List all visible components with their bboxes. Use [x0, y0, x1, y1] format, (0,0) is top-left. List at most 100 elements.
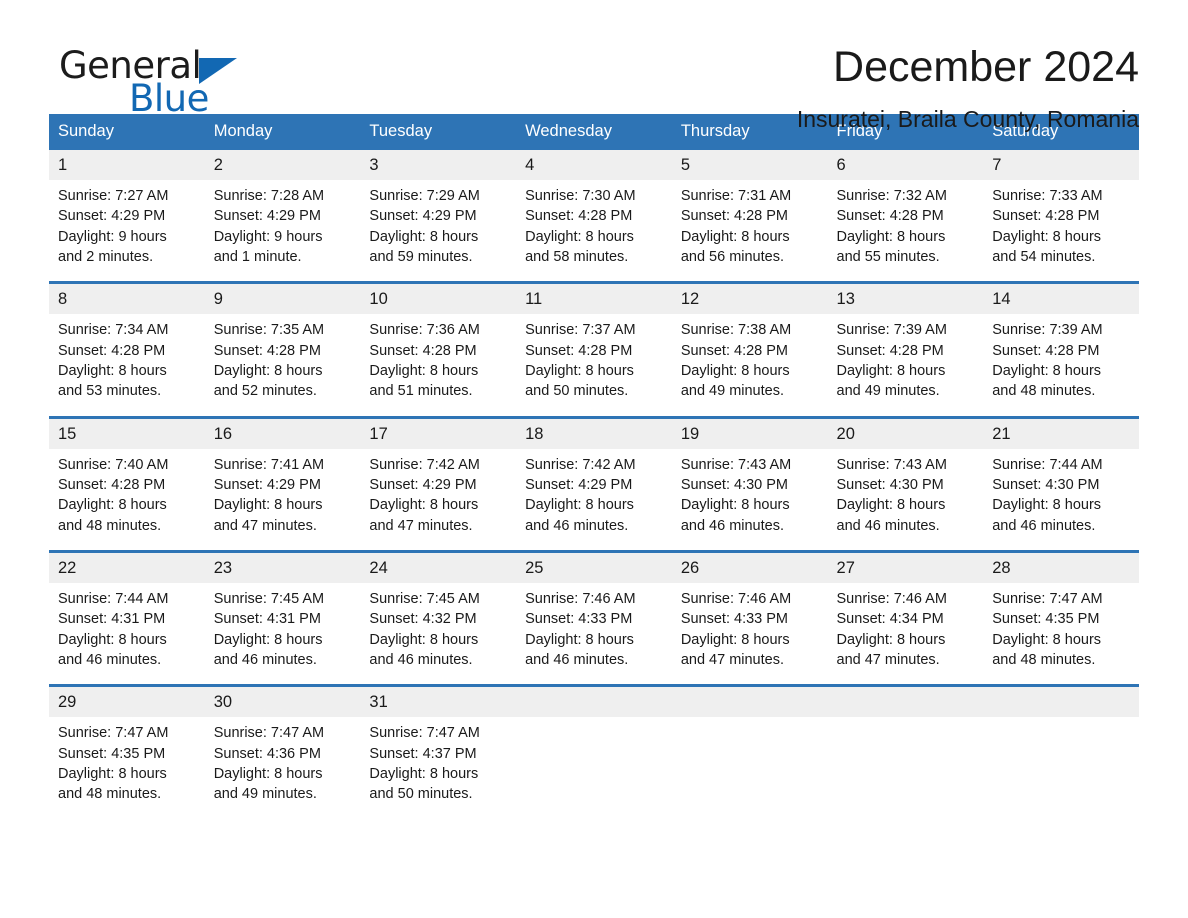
calendar-day-cell[interactable]: 25 Sunrise: 7:46 AM Sunset: 4:33 PM Dayligh… — [516, 549, 672, 685]
sunset-text: Sunset: 4:29 PM — [369, 208, 477, 225]
daylight-text-line2: and 48 minutes. — [992, 652, 1096, 669]
daylight-text-line1: Daylight: 8 hours — [680, 363, 790, 380]
daylight-text-line1: Daylight: 8 hours — [680, 497, 790, 514]
sunset-text: Sunset: 4:32 PM — [369, 611, 477, 628]
calendar-day-cell[interactable]: 10 Sunrise: 7:36 AM Sunset: 4:28 PM Dayligh… — [360, 281, 517, 416]
day-details: Sunrise: 7:46 AM Sunset: 4:34 PM Daylight:… — [828, 583, 984, 684]
daylight-text-line2: and 46 minutes. — [369, 652, 473, 669]
calendar-day-cell[interactable]: 1 Sunrise: 7:27 AM Sunset: 4:29 PM Daylight… — [49, 150, 205, 282]
calendar-day-cell[interactable]: 22 Sunrise: 7:44 AM Sunset: 4:31 PM Dayligh… — [49, 549, 205, 685]
daylight-text-line1: Daylight: 8 hours — [525, 363, 634, 380]
sunrise-text: Sunrise: 7:41 AM — [213, 456, 325, 473]
calendar-day-cell[interactable]: 15 Sunrise: 7:40 AM Sunset: 4:28 PM Dayligh… — [49, 415, 205, 550]
calendar-page: General Blue December 2024 Insuratei, Br… — [0, 0, 1188, 918]
calendar-day-cell[interactable]: 23 Sunrise: 7:45 AM Sunset: 4:31 PM Dayligh… — [204, 549, 361, 685]
sunrise-text: Sunrise: 7:45 AM — [213, 591, 325, 608]
day-details: Sunrise: 7:33 AM Sunset: 4:28 PM Daylight:… — [983, 180, 1139, 281]
day-details: Sunrise: 7:44 AM Sunset: 4:30 PM Daylight:… — [983, 449, 1139, 550]
calendar-day-cell[interactable]: 3 Sunrise: 7:29 AM Sunset: 4:29 PM Daylight… — [360, 150, 517, 282]
calendar-day-cell-empty — [516, 684, 672, 818]
calendar-day-cell[interactable]: 29 Sunrise: 7:47 AM Sunset: 4:35 PM Dayligh… — [49, 684, 205, 819]
daylight-text-line2: and 51 minutes. — [369, 383, 473, 400]
daylight-text-line1: Daylight: 8 hours — [369, 766, 479, 783]
general-blue-logo[interactable]: General Blue — [59, 47, 238, 117]
day-number: 23 — [204, 552, 361, 584]
day-number: 8 — [49, 284, 205, 315]
daylight-text-line1: Daylight: 8 hours — [992, 228, 1102, 245]
calendar-day-cell[interactable]: 26 Sunrise: 7:46 AM Sunset: 4:33 PM Dayligh… — [671, 549, 828, 685]
sunrise-text: Sunrise: 7:39 AM — [836, 322, 947, 339]
calendar-day-cell[interactable]: 18 Sunrise: 7:42 AM Sunset: 4:29 PM Dayligh… — [516, 415, 672, 550]
daylight-text-line1: Daylight: 8 hours — [525, 497, 634, 514]
calendar-day-cell[interactable]: 2 Sunrise: 7:28 AM Sunset: 4:29 PM Daylight… — [204, 150, 361, 282]
daylight-text-line2: and 47 minutes. — [836, 652, 940, 669]
day-number: 20 — [827, 418, 984, 449]
page-subtitle: Insuratei, Braila County, Romania — [796, 106, 1139, 133]
daylight-text-line2: and 1 minute. — [213, 249, 302, 266]
sunrise-text: Sunrise: 7:37 AM — [525, 322, 636, 339]
daylight-text-line2: and 46 minutes. — [836, 517, 940, 534]
sunset-text: Sunset: 4:33 PM — [680, 611, 789, 628]
calendar-day-cell[interactable]: 7 Sunrise: 7:33 AM Sunset: 4:28 PM Daylight… — [983, 150, 1139, 282]
daylight-text-line1: Daylight: 8 hours — [58, 363, 167, 380]
day-number: 15 — [49, 418, 205, 449]
daylight-text-line2: and 46 minutes. — [992, 517, 1096, 534]
calendar-day-cell[interactable]: 5 Sunrise: 7:31 AM Sunset: 4:28 PM Daylight… — [671, 150, 828, 282]
daylight-text-line1: Daylight: 9 hours — [213, 228, 323, 245]
day-number — [671, 687, 828, 718]
calendar-day-cell[interactable]: 11 Sunrise: 7:37 AM Sunset: 4:28 PM Dayligh… — [516, 281, 672, 416]
sunrise-text: Sunrise: 7:42 AM — [525, 456, 636, 473]
calendar-week-row: 22 Sunrise: 7:44 AM Sunset: 4:31 PM Dayligh… — [49, 549, 1139, 685]
calendar-day-cell[interactable]: 14 Sunrise: 7:39 AM Sunset: 4:28 PM Dayligh… — [983, 281, 1139, 416]
day-number: 21 — [983, 418, 1139, 449]
daylight-text-line1: Daylight: 8 hours — [836, 228, 946, 245]
daylight-text-line1: Daylight: 8 hours — [213, 631, 323, 648]
day-details: Sunrise: 7:27 AM Sunset: 4:29 PM Daylight:… — [49, 180, 205, 281]
day-details: Sunrise: 7:47 AM Sunset: 4:37 PM Daylight:… — [360, 717, 516, 818]
calendar-day-cell[interactable]: 16 Sunrise: 7:41 AM Sunset: 4:29 PM Dayligh… — [204, 415, 361, 550]
calendar-day-cell[interactable]: 24 Sunrise: 7:45 AM Sunset: 4:32 PM Dayligh… — [360, 549, 517, 685]
sunrise-text: Sunrise: 7:45 AM — [369, 591, 480, 608]
sunset-text: Sunset: 4:28 PM — [213, 342, 321, 359]
sunset-text: Sunset: 4:31 PM — [213, 611, 321, 628]
sunrise-text: Sunrise: 7:47 AM — [992, 591, 1103, 608]
daylight-text-line1: Daylight: 8 hours — [369, 631, 479, 648]
sunrise-text: Sunrise: 7:47 AM — [369, 725, 480, 742]
daylight-text-line1: Daylight: 8 hours — [213, 766, 323, 783]
calendar-day-cell[interactable]: 27 Sunrise: 7:46 AM Sunset: 4:34 PM Dayligh… — [827, 549, 984, 685]
calendar-day-cell[interactable]: 28 Sunrise: 7:47 AM Sunset: 4:35 PM Dayligh… — [983, 549, 1139, 685]
daylight-text-line1: Daylight: 8 hours — [992, 363, 1102, 380]
day-number: 6 — [827, 150, 984, 181]
day-details: Sunrise: 7:38 AM Sunset: 4:28 PM Daylight:… — [672, 314, 828, 415]
sunrise-text: Sunrise: 7:40 AM — [58, 456, 169, 473]
day-number: 22 — [49, 552, 205, 584]
calendar-day-cell[interactable]: 20 Sunrise: 7:43 AM Sunset: 4:30 PM Dayligh… — [827, 415, 984, 550]
calendar-day-cell[interactable]: 6 Sunrise: 7:32 AM Sunset: 4:28 PM Daylight… — [827, 150, 984, 282]
calendar-day-cell[interactable]: 17 Sunrise: 7:42 AM Sunset: 4:29 PM Dayligh… — [360, 415, 517, 550]
day-details: Sunrise: 7:32 AM Sunset: 4:28 PM Daylight:… — [828, 180, 984, 281]
calendar-day-cell[interactable]: 30 Sunrise: 7:47 AM Sunset: 4:36 PM Dayligh… — [204, 684, 361, 819]
calendar-day-cell[interactable]: 9 Sunrise: 7:35 AM Sunset: 4:28 PM Daylight… — [204, 281, 361, 416]
calendar-body: 1 Sunrise: 7:27 AM Sunset: 4:29 PM Daylight… — [49, 150, 1139, 819]
daylight-text-line2: and 47 minutes. — [680, 652, 784, 669]
day-details: Sunrise: 7:46 AM Sunset: 4:33 PM Daylight:… — [672, 583, 828, 684]
calendar-day-cell[interactable]: 31 Sunrise: 7:47 AM Sunset: 4:37 PM Dayligh… — [360, 684, 517, 819]
calendar-day-cell[interactable]: 4 Sunrise: 7:30 AM Sunset: 4:28 PM Daylight… — [516, 150, 672, 282]
daylight-text-line1: Daylight: 8 hours — [836, 363, 946, 380]
sunset-text: Sunset: 4:28 PM — [992, 342, 1100, 359]
day-number: 3 — [360, 150, 517, 181]
day-details: Sunrise: 7:39 AM Sunset: 4:28 PM Daylight:… — [983, 314, 1139, 415]
calendar-day-cell[interactable]: 13 Sunrise: 7:39 AM Sunset: 4:28 PM Dayligh… — [827, 281, 984, 416]
daylight-text-line2: and 46 minutes. — [525, 652, 629, 669]
calendar-day-cell[interactable]: 19 Sunrise: 7:43 AM Sunset: 4:30 PM Dayligh… — [671, 415, 828, 550]
day-number — [827, 687, 984, 718]
day-details: Sunrise: 7:31 AM Sunset: 4:28 PM Daylight:… — [672, 180, 828, 281]
calendar-day-cell[interactable]: 12 Sunrise: 7:38 AM Sunset: 4:28 PM Dayligh… — [671, 281, 828, 416]
day-number: 5 — [671, 150, 828, 181]
sunset-text: Sunset: 4:29 PM — [213, 208, 321, 225]
sunrise-text: Sunrise: 7:46 AM — [680, 591, 792, 608]
day-details: Sunrise: 7:47 AM Sunset: 4:35 PM Daylight:… — [983, 583, 1139, 684]
calendar-day-cell[interactable]: 8 Sunrise: 7:34 AM Sunset: 4:28 PM Daylight… — [49, 281, 205, 416]
calendar-day-cell[interactable]: 21 Sunrise: 7:44 AM Sunset: 4:30 PM Dayligh… — [983, 415, 1139, 550]
weekday-header-monday: Monday — [204, 114, 361, 150]
